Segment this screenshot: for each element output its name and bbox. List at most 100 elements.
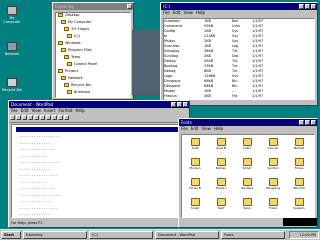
menu-item[interactable]: File (11, 108, 18, 113)
folder-item[interactable]: Arial I (236, 138, 258, 150)
folder-item-label: Serif (217, 206, 225, 210)
italic-icon[interactable] (64, 115, 69, 120)
menu-item[interactable]: View (183, 10, 193, 15)
folder-item[interactable]: Small (184, 198, 206, 210)
tree-item[interactable]: Printers (56, 69, 130, 74)
close-icon[interactable] (311, 120, 316, 125)
paste-icon[interactable] (46, 115, 51, 120)
new-icon[interactable] (10, 115, 15, 120)
folder-item[interactable]: Times B (184, 178, 206, 190)
maximize-icon[interactable] (177, 102, 182, 107)
tree-item[interactable]: Recycle Bin (56, 83, 130, 88)
folder-item[interactable]: Sans (236, 198, 258, 210)
close-icon[interactable] (183, 102, 188, 107)
editor-window[interactable]: Document - WordPad File Edit View Insert For… (8, 100, 190, 228)
start-button[interactable]: Start (1, 231, 21, 239)
editor-lines: - - - - - - - - - - - - - - - - - - - - -… (12, 134, 186, 217)
font-file-icon (216, 178, 226, 186)
folder-item[interactable]: Arial (184, 138, 206, 150)
file-list-window[interactable]: (C:) File Edit View Help Autoexec 1KB Bat 1/1/… (160, 2, 318, 106)
task-button[interactable]: Fonts (221, 231, 285, 239)
table-row[interactable]: Ffastun 4KB Ffa 1/1/97 (164, 94, 314, 99)
folder-item[interactable]: Wingding (262, 178, 284, 190)
minimize-icon[interactable] (299, 120, 304, 125)
menu-item[interactable]: Format (58, 108, 72, 113)
editor-line: - - - - - - - - - - - - - - - - - (20, 134, 60, 138)
menu-item[interactable]: File (163, 10, 170, 15)
folder-item[interactable]: Courier (262, 138, 284, 150)
folder-item[interactable]: Arial B (210, 138, 232, 150)
folder-item[interactable]: System (288, 198, 310, 210)
folder-item[interactable]: Serif (210, 198, 232, 210)
task-button[interactable]: Document - WordPad (155, 231, 219, 239)
folder-item[interactable]: Fixed (262, 198, 284, 210)
folder-item[interactable]: Tahoma (288, 178, 310, 190)
menu-item[interactable]: Help (76, 108, 85, 113)
copy-icon[interactable] (40, 115, 45, 120)
folder-item[interactable]: Marlett (288, 138, 310, 150)
minimize-icon[interactable] (299, 4, 304, 9)
bold-icon[interactable] (58, 115, 63, 120)
tree-item[interactable]: Program Files (56, 48, 130, 53)
folder-item[interactable]: Modern (184, 158, 206, 170)
tree-item[interactable]: Desktop (56, 13, 130, 18)
tree-item[interactable]: Network (56, 76, 130, 81)
folder-icon (58, 41, 63, 45)
menu-item[interactable]: Help (196, 10, 205, 15)
maximize-icon[interactable] (305, 120, 310, 125)
task-button[interactable]: Exploring (23, 231, 87, 239)
close-icon[interactable] (311, 4, 316, 9)
folder-item[interactable]: Verdana (236, 178, 258, 190)
menu-item[interactable]: Insert (44, 108, 55, 113)
task-button[interactable]: (C:) (89, 231, 153, 239)
folder-item[interactable]: Roman (210, 158, 232, 170)
table-cell: Ffa (232, 94, 238, 98)
save-icon[interactable] (22, 115, 27, 120)
folder-item[interactable]: Times (288, 158, 310, 170)
explorer-tree-pane[interactable]: Desktop My Computer 3½ Floppy (C:) Windows Pr… (55, 12, 131, 98)
editor-title-bar[interactable]: Document - WordPad (9, 101, 189, 108)
menu-item[interactable]: Edit (191, 126, 199, 131)
editor-document[interactable]: - - - - - - - - - - - - - - - - - - - - -… (11, 124, 187, 218)
desktop-icon[interactable]: Recycle Bin (1, 78, 23, 92)
tree-item-label: Program Files (68, 48, 92, 52)
open-icon[interactable] (16, 115, 21, 120)
explorer-window[interactable]: Exploring Desktop My Computer 3½ Floppy (C:… (52, 2, 134, 100)
file-list-pane[interactable]: Autoexec 1KB Bat 1/1/97 Command 92KB Com 1/1/97… (163, 18, 315, 100)
menu-item[interactable]: View (201, 126, 211, 131)
menu-item[interactable]: View (31, 108, 41, 113)
tree-item[interactable]: Windows (56, 41, 130, 46)
menu-item[interactable]: Edit (173, 10, 181, 15)
tree-item[interactable]: Briefcase (56, 90, 130, 95)
undo-icon[interactable] (52, 115, 57, 120)
folder-item[interactable]: Times I (210, 178, 232, 190)
cut-icon[interactable] (34, 115, 39, 120)
menu-item[interactable]: Edit (21, 108, 29, 113)
folder-item[interactable]: Script (236, 158, 258, 170)
file-list-title: (C:) (163, 4, 171, 9)
maximize-icon[interactable] (305, 4, 310, 9)
folder-item-label: Script (242, 166, 252, 170)
desktop-icon[interactable]: Network (1, 42, 23, 56)
minimize-icon[interactable] (171, 102, 176, 107)
tree-item[interactable]: Temp (56, 55, 130, 60)
folder-icon (67, 90, 72, 94)
folder-item[interactable]: Symbol (262, 158, 284, 170)
file-list-title-bar[interactable]: (C:) (161, 3, 317, 10)
explorer-title-bar[interactable]: Exploring (53, 3, 133, 10)
folder-pane[interactable]: Arial Arial B Arial I Courier Marlett Modern R… (181, 134, 315, 218)
tree-item[interactable]: (C:) (56, 34, 130, 39)
folder-title-bar[interactable]: Fonts (179, 119, 317, 126)
font-file-icon (190, 198, 200, 206)
print-icon[interactable] (28, 115, 33, 120)
close-icon[interactable] (127, 4, 132, 9)
desktop-icon[interactable]: My Computer (1, 6, 23, 24)
folder-window[interactable]: Fonts File Edit View Help Arial Arial B Arial… (178, 118, 318, 228)
menu-item[interactable]: Help (214, 126, 223, 131)
folder-status-bar (283, 218, 317, 226)
menu-item[interactable]: File (181, 126, 188, 131)
tree-item[interactable]: Control Panel (56, 62, 130, 67)
tree-item[interactable]: My Computer (56, 20, 130, 25)
tree-item[interactable]: 3½ Floppy (56, 27, 130, 32)
folder-icon (61, 48, 66, 52)
